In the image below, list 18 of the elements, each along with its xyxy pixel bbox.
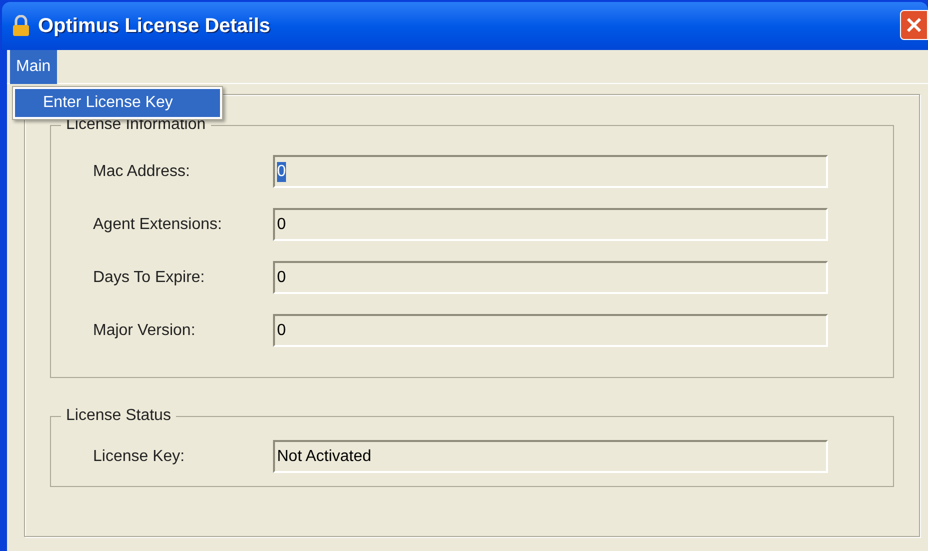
close-icon <box>904 15 924 35</box>
close-button[interactable] <box>900 10 928 40</box>
menu-entry[interactable]: Enter License Key <box>15 89 220 117</box>
field-label: License Key: <box>92 446 186 466</box>
menu-item[interactable]: Main <box>10 50 57 84</box>
group-title: License Status <box>65 406 172 426</box>
field-label: Days To Expire: <box>92 268 206 288</box>
text-field[interactable]: 0 <box>273 155 828 188</box>
field-label: Agent Extensions: <box>92 214 223 234</box>
text-field[interactable]: 0 <box>273 314 828 347</box>
window-title: Optimus License Details <box>38 14 270 39</box>
padlock-icon <box>12 15 30 37</box>
group-title: License Information <box>65 115 207 135</box>
field-label: Major Version: <box>92 320 196 340</box>
field-label: Mac Address: <box>92 162 191 182</box>
text-field[interactable]: 0 <box>273 208 828 241</box>
text-field[interactable]: Not Activated <box>273 440 828 473</box>
text-field[interactable]: 0 <box>273 261 828 294</box>
